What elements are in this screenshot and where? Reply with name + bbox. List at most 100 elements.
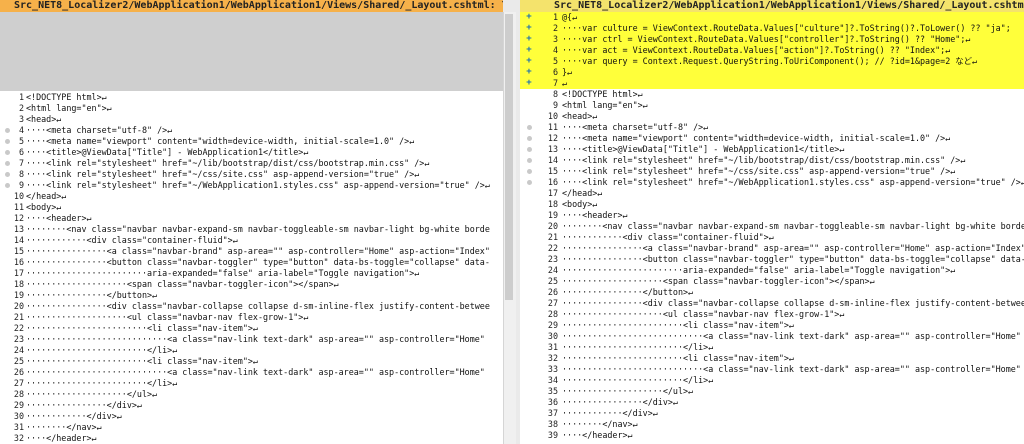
added-code-line: +3 ····var ctrl = ViewContext.RouteData.V… (520, 34, 1024, 45)
code-text[interactable]: ························<li class="nav-i… (562, 320, 794, 331)
code-text[interactable]: ························</li>↵ (562, 375, 713, 386)
code-text[interactable]: ························</li>↵ (26, 345, 177, 356)
line-number: 24 (547, 265, 558, 275)
code-text[interactable]: ····<link rel="stylesheet" href="~/css/s… (26, 169, 419, 180)
code-text[interactable]: ························<li class="nav-i… (26, 323, 258, 334)
code-text[interactable]: ····var act = ViewContext.RouteData.Valu… (562, 45, 950, 56)
code-text[interactable]: ····var culture = ViewContext.RouteData.… (562, 23, 1011, 34)
code-text[interactable]: </head>↵ (562, 188, 602, 199)
code-text[interactable]: ····<link rel="stylesheet" href="~/css/s… (562, 166, 955, 177)
code-line: 37 ············</div>↵ (520, 408, 1024, 419)
code-text[interactable]: ····<meta charset="utf-8" />↵ (562, 122, 708, 133)
code-text[interactable]: <body>↵ (26, 202, 61, 213)
code-text[interactable]: ················</div>↵ (26, 400, 142, 411)
code-text[interactable]: ····················<ul class="navbar-na… (26, 312, 308, 323)
code-text[interactable]: ························aria-expanded="f… (26, 268, 419, 279)
code-text[interactable]: ····················</ul>↵ (26, 389, 157, 400)
code-text[interactable]: ················<div class="navbar-colla… (562, 298, 1024, 309)
code-text[interactable]: <!DOCTYPE html>↵ (562, 89, 643, 100)
left-diff-pane[interactable]: Src_NET8_Localizer2/WebApplication1/WebA… (0, 0, 503, 444)
line-number: 37 (547, 408, 558, 418)
line-number: 15 (547, 166, 558, 176)
code-text[interactable]: ························<li class="nav-i… (562, 353, 794, 364)
code-text[interactable]: ····<header>↵ (562, 210, 628, 221)
code-text[interactable]: <!DOCTYPE html>↵ (26, 92, 107, 103)
code-text[interactable]: ············<div class="container-fluid"… (26, 235, 238, 246)
code-text[interactable]: <html lang="en">↵ (562, 100, 648, 111)
line-number: 29 (547, 320, 558, 330)
line-number: 32 (13, 433, 24, 443)
code-text[interactable]: <body>↵ (562, 199, 597, 210)
code-text[interactable]: ····<meta name="viewport" content="width… (562, 133, 950, 144)
code-text[interactable]: ············<div class="container-fluid"… (562, 232, 774, 243)
code-text[interactable]: ····var ctrl = ViewContext.RouteData.Val… (562, 34, 970, 45)
line-number: 23 (13, 334, 24, 344)
right-diff-pane[interactable]: Src_NET8_Localizer2/WebApplication1/WebA… (520, 0, 1024, 444)
line-number: 23 (547, 254, 558, 264)
line-number: 8 (552, 89, 558, 99)
code-text[interactable]: </head>↵ (26, 191, 66, 202)
dot-icon (526, 169, 532, 174)
code-text[interactable]: ····························<a class="na… (26, 367, 485, 378)
code-text[interactable]: ····················<ul class="navbar-na… (562, 309, 844, 320)
code-line: 16 ····<link rel="stylesheet" href="~/Web… (520, 177, 1024, 188)
code-text[interactable]: ····<meta charset="utf-8" />↵ (26, 125, 172, 136)
code-line: 23 ····························<a class="… (0, 334, 503, 345)
code-text[interactable]: <head>↵ (562, 111, 597, 122)
code-line: 4 ····<meta charset="utf-8" />↵ (0, 125, 503, 136)
code-text[interactable]: ····<link rel="stylesheet" href="~/WebAp… (26, 180, 490, 191)
code-line: 31 ········</nav>↵ (0, 422, 503, 433)
code-text[interactable]: ····························<a class="na… (562, 364, 1024, 375)
code-text[interactable]: ····<meta name="viewport" content="width… (26, 136, 414, 147)
code-text[interactable]: ················<a class="navbar-brand" … (26, 246, 490, 257)
code-text[interactable]: ························aria-expanded="f… (562, 265, 955, 276)
line-number: 18 (13, 279, 24, 289)
line-number: 32 (547, 353, 558, 363)
code-text[interactable]: ················</div>↵ (562, 397, 678, 408)
code-text[interactable]: ····<link rel="stylesheet" href="~/lib/b… (562, 155, 965, 166)
code-text[interactable]: ················<button class="navbar-to… (562, 254, 1024, 265)
code-line: 7 ····<link rel="stylesheet" href="~/lib/… (0, 158, 503, 169)
code-text[interactable]: <html lang="en">↵ (26, 103, 112, 114)
code-text[interactable]: ············</div>↵ (562, 408, 658, 419)
line-number: 1 (18, 92, 24, 102)
code-text[interactable]: ····<title>@ViewData["Title"] - WebAppli… (562, 144, 844, 155)
code-text[interactable]: ········<nav class="navbar navbar-expand… (26, 224, 490, 235)
line-number: 35 (547, 386, 558, 396)
code-text[interactable]: ····</header>↵ (26, 433, 97, 444)
code-text[interactable]: ····<header>↵ (26, 213, 92, 224)
code-text[interactable]: }↵ (562, 67, 572, 78)
code-text[interactable]: ········<nav class="navbar navbar-expand… (562, 221, 1024, 232)
code-text[interactable]: ············</div>↵ (26, 411, 122, 422)
code-text[interactable]: ····var query = Context.Request.QueryStr… (562, 56, 977, 67)
code-text[interactable]: ························<li class="nav-i… (26, 356, 258, 367)
code-text[interactable]: ········</nav>↵ (562, 419, 638, 430)
code-text[interactable]: ················</button>↵ (26, 290, 157, 301)
code-text[interactable]: ························</li>↵ (26, 378, 177, 389)
code-line: 8 <!DOCTYPE html>↵ (520, 89, 1024, 100)
code-text[interactable]: ····························<a class="na… (562, 331, 1024, 342)
code-text[interactable]: ················<button class="navbar-to… (26, 257, 490, 268)
code-text[interactable]: ····················</ul>↵ (562, 386, 693, 397)
add-marker-icon: + (526, 12, 532, 22)
code-text[interactable]: ····························<a class="na… (26, 334, 485, 345)
line-number: 27 (13, 378, 24, 388)
line-number: 10 (13, 191, 24, 201)
code-text[interactable]: ····<link rel="stylesheet" href="~/lib/b… (26, 158, 429, 169)
left-scrollbar-thumb[interactable] (505, 14, 513, 300)
code-text[interactable]: ····<link rel="stylesheet" href="~/WebAp… (562, 177, 1024, 188)
code-text[interactable]: ↵ (562, 78, 567, 89)
code-text[interactable]: ····················<span class="navbar-… (562, 276, 875, 287)
code-text[interactable]: ····<title>@ViewData["Title"] - WebAppli… (26, 147, 308, 158)
code-text[interactable]: ····················<span class="navbar-… (26, 279, 339, 290)
code-text[interactable]: @{↵ (562, 12, 577, 23)
code-text[interactable]: <head>↵ (26, 114, 61, 125)
code-line: 30 ············</div>↵ (0, 411, 503, 422)
code-text[interactable]: ················<a class="navbar-brand" … (562, 243, 1024, 254)
code-text[interactable]: ················<div class="navbar-colla… (26, 301, 490, 312)
code-text[interactable]: ················</button>↵ (562, 287, 693, 298)
code-text[interactable]: ························</li>↵ (562, 342, 713, 353)
code-text[interactable]: ····</header>↵ (562, 430, 633, 441)
line-number: 11 (547, 122, 558, 132)
code-text[interactable]: ········</nav>↵ (26, 422, 102, 433)
